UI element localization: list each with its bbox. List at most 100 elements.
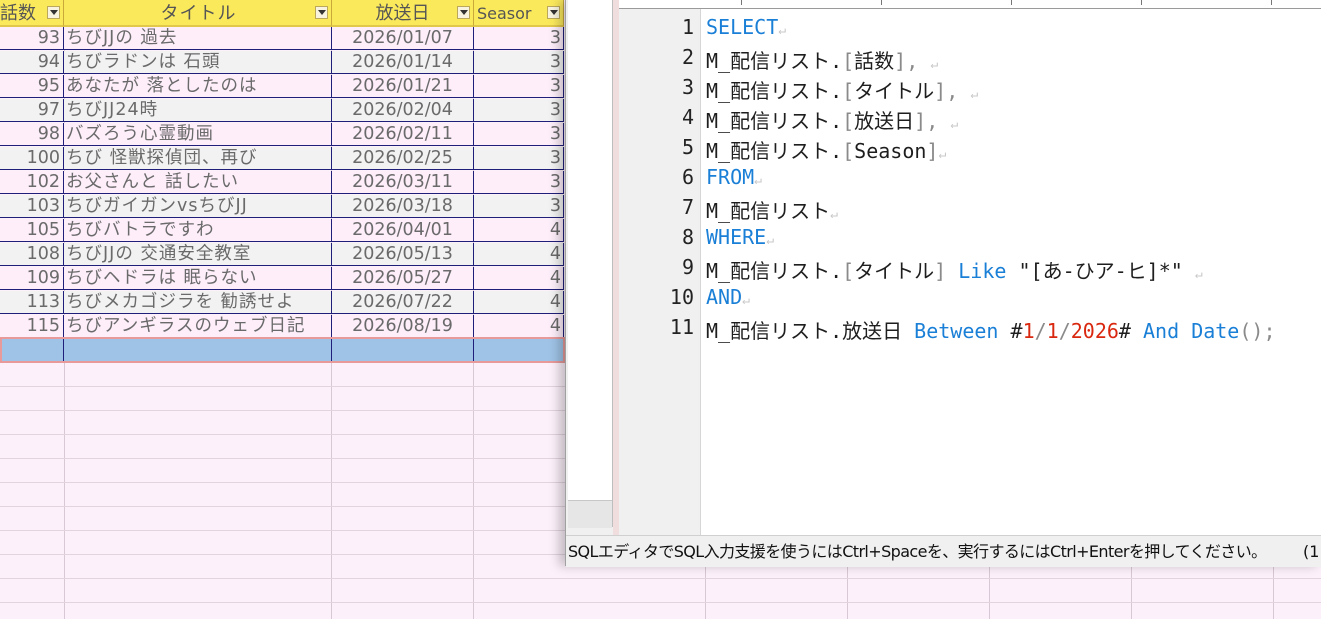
cell-season[interactable]: 3: [474, 27, 564, 50]
filter-dropdown-icon[interactable]: [547, 6, 560, 19]
cell-episode[interactable]: 102: [0, 171, 64, 194]
cell-episode[interactable]: 97: [0, 99, 64, 122]
table-ref: M_配信リスト.: [706, 79, 843, 103]
cell-title[interactable]: ちびメカゴジラを 勧誘せよ: [64, 291, 332, 314]
filter-dropdown-icon[interactable]: [457, 6, 470, 19]
cell-episode[interactable]: 94: [0, 51, 64, 74]
cell-date[interactable]: 2026/08/19: [332, 315, 474, 338]
filter-dropdown-icon[interactable]: [47, 6, 60, 19]
cell-title[interactable]: ちびJJの 過去: [64, 27, 332, 50]
cell-episode[interactable]: 93: [0, 27, 64, 50]
date-separator: /: [1058, 319, 1071, 343]
cell-episode[interactable]: 115: [0, 315, 64, 338]
cell-episode[interactable]: 113: [0, 291, 64, 314]
cell-season[interactable]: 4: [474, 219, 564, 242]
cell-date[interactable]: 2026/07/22: [332, 291, 474, 314]
table-row[interactable]: 103 ちびガイガンvsちびJJ 2026/03/18 3: [0, 195, 564, 219]
table-list-pane-footer: [568, 500, 612, 528]
cell-title[interactable]: [64, 339, 332, 362]
code-line: FROM↵: [706, 165, 762, 189]
table-ref: M_配信リスト.: [706, 259, 843, 283]
header-label: タイトル: [160, 3, 237, 24]
header-label: 話数: [0, 3, 36, 24]
cell-date[interactable]: 2026/03/18: [332, 195, 474, 218]
table-row[interactable]: 109 ちびヘドラは 眠らない 2026/05/27 4: [0, 267, 564, 291]
cell-season[interactable]: 3: [474, 195, 564, 218]
cell-date[interactable]: 2026/05/13: [332, 243, 474, 266]
cell-date[interactable]: 2026/01/07: [332, 27, 474, 50]
cell-date[interactable]: 2026/02/04: [332, 99, 474, 122]
field-name: 放送日: [854, 109, 915, 133]
cell-title[interactable]: ちびJJの 交通安全教室: [64, 243, 332, 266]
table-row[interactable]: 94 ちびラドンは 石頭 2026/01/14 3: [0, 51, 564, 75]
table-row[interactable]: 97 ちびJJ24時 2026/02/04 3: [0, 99, 564, 123]
line-number-gutter: 1 2 3 4 5 6 7 8 9 10 11: [619, 9, 701, 535]
cell-title[interactable]: ちびヘドラは 眠らない: [64, 267, 332, 290]
cell-episode[interactable]: 108: [0, 243, 64, 266]
table-row[interactable]: 100 ちび 怪獣探偵団、再び 2026/02/25 3: [0, 147, 564, 171]
table-row[interactable]: 102 お父さんと 話したい 2026/03/11 3: [0, 171, 564, 195]
cell-episode[interactable]: 109: [0, 267, 64, 290]
return-mark: ↵: [778, 23, 787, 38]
table-row[interactable]: 93 ちびJJの 過去 2026/01/07 3: [0, 27, 564, 51]
table-row[interactable]: 105 ちびバトラですわ 2026/04/01 4: [0, 219, 564, 243]
cell-title[interactable]: ちびアンギラスのウェブ日記: [64, 315, 332, 338]
table-row[interactable]: 113 ちびメカゴジラを 勧誘せよ 2026/07/22 4: [0, 291, 564, 315]
cell-season[interactable]: 3: [474, 123, 564, 146]
cell-season[interactable]: 3: [474, 171, 564, 194]
sql-function: Date: [1191, 319, 1240, 343]
code-line: M_配信リスト.放送日 Between #1/1/2026# And Date(…: [706, 315, 1275, 344]
cell-episode[interactable]: 105: [0, 219, 64, 242]
table-row[interactable]: 108 ちびJJの 交通安全教室 2026/05/13 4: [0, 243, 564, 267]
cell-title[interactable]: ちびガイガンvsちびJJ: [64, 195, 332, 218]
cell-season[interactable]: 4: [474, 243, 564, 266]
cell-date[interactable]: 2026/02/11: [332, 123, 474, 146]
cell-title[interactable]: ちびバトラですわ: [64, 219, 332, 242]
cell-episode[interactable]: 98: [0, 123, 64, 146]
header-cell-episode[interactable]: 話数: [0, 0, 64, 27]
sql-keyword: Like: [958, 259, 1007, 283]
bracket: [: [842, 79, 855, 103]
code-line: M_配信リスト.[タイトル], ↵: [706, 75, 978, 104]
cell-date[interactable]: 2026/02/25: [332, 147, 474, 170]
cell-title[interactable]: ちび 怪獣探偵団、再び: [64, 147, 332, 170]
cell-season[interactable]: 3: [474, 75, 564, 98]
cell-episode[interactable]: [0, 339, 64, 362]
table-row[interactable]: 115 ちびアンギラスのウェブ日記 2026/08/19 4: [0, 315, 564, 339]
cell-date[interactable]: [332, 339, 474, 362]
sql-keyword: Between: [914, 319, 999, 343]
cell-date[interactable]: 2026/05/27: [332, 267, 474, 290]
cell-season[interactable]: 3: [474, 147, 564, 170]
new-record-row[interactable]: [0, 339, 564, 363]
bracket: ]: [926, 139, 939, 163]
cell-date[interactable]: 2026/01/14: [332, 51, 474, 74]
bracket: ]: [934, 259, 947, 283]
cell-title[interactable]: バズろう心霊動画: [64, 123, 332, 146]
table-row[interactable]: 95 あなたが 落としたのは 2026/01/21 3: [0, 75, 564, 99]
sql-code-area[interactable]: SELECT↵ M_配信リスト.[話数], ↵ M_配信リスト.[タイトル], …: [701, 9, 1321, 535]
cell-date[interactable]: 2026/03/11: [332, 171, 474, 194]
cell-title[interactable]: ちびJJ24時: [64, 99, 332, 122]
cell-season[interactable]: 4: [474, 267, 564, 290]
cell-season[interactable]: 4: [474, 291, 564, 314]
header-cell-date[interactable]: 放送日: [332, 0, 474, 27]
cell-title[interactable]: あなたが 落としたのは: [64, 75, 332, 98]
table-list-pane[interactable]: [568, 0, 613, 527]
cell-title[interactable]: お父さんと 話したい: [64, 171, 332, 194]
cell-date[interactable]: 2026/01/21: [332, 75, 474, 98]
cell-date[interactable]: 2026/04/01: [332, 219, 474, 242]
table-row[interactable]: 98 バズろう心霊動画 2026/02/11 3: [0, 123, 564, 147]
cell-season[interactable]: [474, 339, 564, 362]
cell-episode[interactable]: 103: [0, 195, 64, 218]
filter-dropdown-icon[interactable]: [315, 6, 328, 19]
header-cell-season[interactable]: Seasor: [474, 0, 564, 27]
cell-season[interactable]: 3: [474, 51, 564, 74]
cell-season[interactable]: 3: [474, 99, 564, 122]
cell-title[interactable]: ちびラドンは 石頭: [64, 51, 332, 74]
cell-episode[interactable]: 100: [0, 147, 64, 170]
cell-season[interactable]: 4: [474, 315, 564, 338]
return-mark: ↵: [970, 87, 979, 102]
header-cell-title[interactable]: タイトル: [64, 0, 332, 27]
field-name: タイトル: [854, 259, 935, 283]
cell-episode[interactable]: 95: [0, 75, 64, 98]
